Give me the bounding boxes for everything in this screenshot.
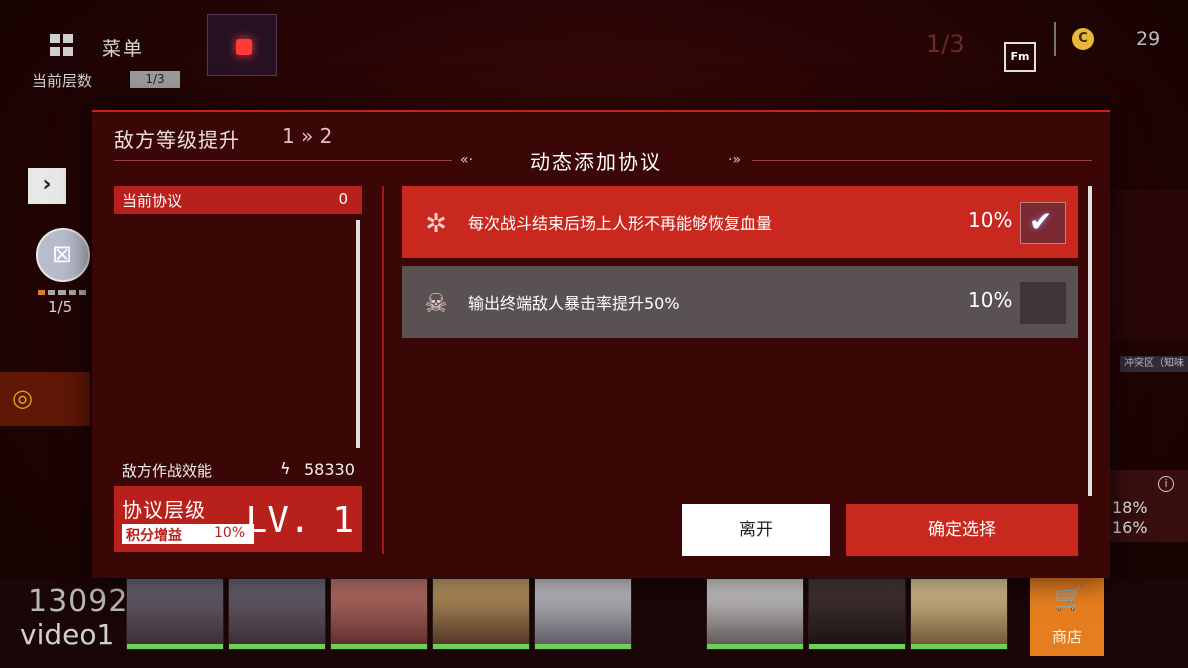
menu-icon[interactable]: [50, 34, 74, 56]
hud-divider: [1054, 22, 1056, 56]
map-node[interactable]: [207, 14, 277, 76]
column-divider: [382, 186, 384, 554]
protocol-rows-scrollbar[interactable]: [1088, 186, 1092, 496]
doll-portrait[interactable]: [808, 578, 906, 650]
zone-tag: 冲突区（知味: [1120, 356, 1188, 372]
doll-portrait[interactable]: [534, 578, 632, 650]
protocol-checkbox[interactable]: [1020, 282, 1066, 324]
confirm-selection-button[interactable]: 确定选择: [846, 504, 1078, 556]
cart-icon: 🛒: [1054, 584, 1084, 612]
floor-indicator: 1/3: [926, 30, 965, 58]
current-protocol-label: 当前协议: [122, 192, 183, 210]
heading-line-right: [752, 160, 1092, 161]
doll-portrait[interactable]: [910, 578, 1008, 650]
score-bonus-label: 积分增益: [126, 528, 182, 544]
skull-icon: ☠: [424, 289, 448, 319]
no-heal-icon: ✲: [425, 209, 447, 239]
doll-portrait[interactable]: [228, 578, 326, 650]
video-watermark: video1: [20, 618, 115, 651]
protocol-list-scrollbar[interactable]: [356, 220, 360, 448]
protocol-row[interactable]: ☠ 输出终端敌人暴击率提升50% 10%: [402, 266, 1078, 338]
current-floor-label: 当前层数: [32, 72, 93, 90]
dialog-title: 敌方等级提升: [114, 128, 240, 152]
menu-button-label[interactable]: 菜单: [102, 34, 144, 61]
coin-count: 29: [1136, 28, 1161, 50]
doll-portrait[interactable]: [126, 578, 224, 650]
protocol-percent: 10%: [968, 288, 1013, 312]
fm-icon[interactable]: Fm: [1004, 42, 1036, 72]
info-icon[interactable]: i: [1158, 476, 1174, 492]
enemy-efficiency-value: 58330: [304, 460, 355, 479]
heading-line-left: [114, 160, 452, 161]
current-protocol-count: 0: [338, 190, 348, 208]
squad-count: 1/5: [48, 298, 73, 316]
protocol-level-label: 协议层级: [122, 498, 206, 522]
protocol-text: 输出终端敌人暴击率提升50%: [468, 294, 680, 313]
current-protocol-header: 当前协议 0: [114, 186, 362, 214]
protocol-level-value: LV. 1: [245, 500, 354, 541]
doll-portrait[interactable]: [706, 578, 804, 650]
side-event-icon[interactable]: [0, 372, 90, 426]
checkmark-icon: ✔: [1029, 205, 1053, 238]
doll-portrait[interactable]: [330, 578, 428, 650]
stat-value-2: 16%: [1112, 518, 1148, 537]
enemy-node-icon: [236, 39, 252, 55]
map-background-panel: [1110, 190, 1188, 340]
leave-button[interactable]: 离开: [682, 504, 830, 556]
stat-value-1: 18%: [1112, 498, 1148, 517]
expand-panel-button[interactable]: ›: [28, 168, 66, 204]
doll-portrait[interactable]: [432, 578, 530, 650]
score-bonus-badge: 积分增益 10%: [122, 524, 254, 544]
dialog-heading: 动态添加协议: [530, 150, 662, 174]
squad-progress-bars: [38, 290, 87, 295]
enemy-efficiency-label: 敌方作战效能: [122, 462, 213, 480]
current-floor-count: 1/3: [130, 71, 180, 88]
protocol-text: 每次战斗结束后场上人形不再能够恢复血量: [468, 214, 773, 233]
coin-icon: C: [1072, 28, 1094, 50]
efficiency-icon: ϟ: [280, 459, 291, 478]
double-chevron-left-icon: «·: [460, 152, 474, 168]
protocol-percent: 10%: [968, 208, 1013, 232]
level-change: 1 » 2: [282, 124, 333, 148]
squad-avatar[interactable]: [36, 228, 90, 282]
score-bonus-value: 10%: [214, 525, 246, 541]
score-value: 13092: [28, 584, 129, 619]
shop-label: 商店: [1051, 628, 1082, 646]
protocol-row-selected[interactable]: ✲ 每次战斗结束后场上人形不再能够恢复血量 10% ✔: [402, 186, 1078, 258]
shop-button[interactable]: 🛒 商店: [1030, 578, 1104, 656]
protocol-level-box: 协议层级 积分增益 10% LV. 1: [114, 486, 362, 552]
double-chevron-right-icon: ·»: [728, 152, 742, 168]
protocol-checkbox-checked[interactable]: ✔: [1020, 202, 1066, 244]
